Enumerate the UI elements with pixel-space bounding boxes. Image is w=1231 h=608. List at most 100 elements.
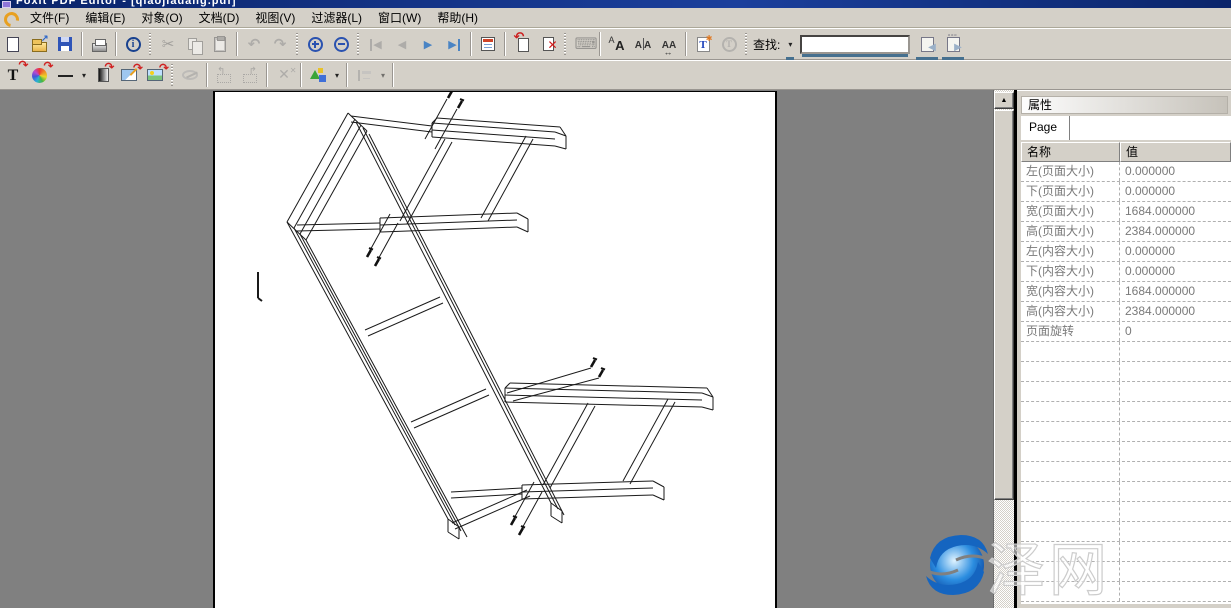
page-layout-icon	[481, 37, 495, 51]
toolbar-grip[interactable]	[170, 64, 175, 86]
text-tool-button[interactable]	[716, 31, 742, 57]
column-header-name[interactable]: 名称	[1021, 142, 1120, 162]
open-folder-button[interactable]	[26, 31, 52, 57]
scroll-up-arrow-icon[interactable]: ▲	[994, 92, 1014, 109]
page-layout-button[interactable]	[475, 31, 501, 57]
keyboard-button[interactable]	[570, 31, 596, 57]
insert-shapes-button[interactable]	[305, 62, 331, 88]
property-row[interactable]: 宽(页面大小)1684.000000	[1021, 202, 1231, 222]
panel-tabs: Page	[1021, 116, 1231, 140]
property-row[interactable]	[1021, 382, 1231, 402]
text-tool-icon	[722, 37, 737, 52]
toolbar-grip[interactable]	[563, 33, 568, 55]
window-title: Foxit PDF Editor - [qiaojiadang.pdf]	[16, 0, 237, 7]
menu-item-filter[interactable]: 过滤器(L)	[303, 8, 370, 28]
new-page-button[interactable]	[0, 31, 26, 57]
delete-object-button[interactable]	[271, 62, 297, 88]
property-row[interactable]	[1021, 502, 1231, 522]
delete-object-icon	[276, 67, 293, 84]
tab-page[interactable]: Page	[1021, 116, 1070, 140]
align-dropdown-icon[interactable]: ▾	[377, 62, 389, 88]
property-row[interactable]	[1021, 402, 1231, 422]
font-width-button[interactable]	[656, 31, 682, 57]
delete-page-button[interactable]	[535, 31, 561, 57]
toolbar-grip[interactable]	[148, 33, 153, 55]
menu-item-help[interactable]: 帮助(H)	[429, 8, 486, 28]
property-row[interactable]: 高(页面大小)2384.000000	[1021, 222, 1231, 242]
send-backward-button[interactable]	[211, 62, 237, 88]
add-gradient-button[interactable]	[90, 62, 116, 88]
column-header-value[interactable]: 值	[1120, 142, 1231, 162]
find-prev-button[interactable]	[914, 31, 940, 57]
edit-image-button[interactable]	[116, 62, 142, 88]
property-row[interactable]: 左(页面大小)0.000000	[1021, 162, 1231, 182]
line-dropdown-icon[interactable]: ▾	[78, 62, 90, 88]
pdf-page[interactable]	[213, 91, 777, 608]
add-image-button[interactable]	[142, 62, 168, 88]
property-row[interactable]: 下(页面大小)0.000000	[1021, 182, 1231, 202]
property-row[interactable]	[1021, 522, 1231, 542]
toolbar-grip[interactable]	[295, 33, 300, 55]
paste-button[interactable]	[207, 31, 233, 57]
property-row[interactable]: 页面旋转0	[1021, 322, 1231, 342]
property-row[interactable]: 宽(内容大小)1684.000000	[1021, 282, 1231, 302]
zoom-out-icon	[334, 37, 349, 52]
property-row[interactable]	[1021, 482, 1231, 502]
next-page-button[interactable]	[415, 31, 441, 57]
property-row[interactable]	[1021, 342, 1231, 362]
find-input[interactable]	[800, 35, 910, 54]
property-row[interactable]: 高(内容大小)2384.000000	[1021, 302, 1231, 322]
font-replace-button[interactable]	[604, 31, 630, 57]
print-button[interactable]	[86, 31, 112, 57]
last-page-button[interactable]	[441, 31, 467, 57]
property-row[interactable]	[1021, 462, 1231, 482]
property-row[interactable]	[1021, 362, 1231, 382]
font-size-button[interactable]	[630, 31, 656, 57]
toolbar-grip[interactable]	[744, 33, 749, 55]
add-color-button[interactable]	[26, 62, 52, 88]
menu-item-object[interactable]: 对象(O)	[133, 8, 190, 28]
find-dropdown-icon[interactable]: ▾	[784, 31, 796, 57]
rotate-page-button[interactable]	[509, 31, 535, 57]
property-row[interactable]	[1021, 422, 1231, 442]
toolbar-separator	[81, 32, 83, 56]
property-row[interactable]	[1021, 542, 1231, 562]
property-row[interactable]	[1021, 562, 1231, 582]
edit-object-button[interactable]	[177, 62, 203, 88]
zoom-out-button[interactable]	[328, 31, 354, 57]
save-button[interactable]	[52, 31, 78, 57]
align-button[interactable]	[351, 62, 377, 88]
menu-item-view[interactable]: 视图(V)	[247, 8, 303, 28]
line-style-button[interactable]	[52, 62, 78, 88]
toolbar-separator	[236, 32, 238, 56]
redo-button[interactable]	[267, 31, 293, 57]
info-button[interactable]	[120, 31, 146, 57]
vertical-scrollbar[interactable]: ▲	[994, 90, 1014, 608]
prev-page-button[interactable]	[389, 31, 415, 57]
shapes-dropdown-icon[interactable]: ▾	[331, 62, 343, 88]
cut-button[interactable]	[155, 31, 181, 57]
menu-item-document[interactable]: 文档(D)	[191, 8, 248, 28]
insert-text-button[interactable]	[690, 31, 716, 57]
property-row[interactable]: 左(内容大小)0.000000	[1021, 242, 1231, 262]
menu-item-window[interactable]: 窗口(W)	[370, 8, 429, 28]
copy-button[interactable]	[181, 31, 207, 57]
property-row[interactable]	[1021, 442, 1231, 462]
zoom-in-button[interactable]	[302, 31, 328, 57]
property-row[interactable]	[1021, 582, 1231, 602]
toolbar-grip[interactable]	[356, 33, 361, 55]
undo-button[interactable]	[241, 31, 267, 57]
toolbar-separator	[504, 32, 506, 56]
property-value	[1120, 442, 1231, 461]
first-page-button[interactable]	[363, 31, 389, 57]
add-text-button[interactable]	[0, 62, 26, 88]
screw-detail	[599, 368, 605, 377]
document-workspace[interactable]	[0, 90, 994, 608]
find-next-button[interactable]	[940, 31, 966, 57]
property-row[interactable]: 下(内容大小)0.000000	[1021, 262, 1231, 282]
scrollbar-thumb[interactable]	[994, 110, 1014, 500]
bring-forward-button[interactable]	[237, 62, 263, 88]
menu-item-edit[interactable]: 编辑(E)	[77, 8, 133, 28]
menu-item-file[interactable]: 文件(F)	[22, 8, 77, 28]
property-name: 宽(页面大小)	[1021, 202, 1120, 221]
